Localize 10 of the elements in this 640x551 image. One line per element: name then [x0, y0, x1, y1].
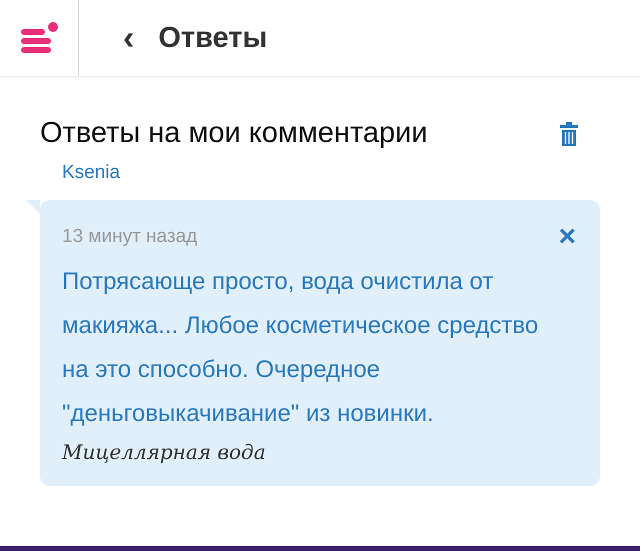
trash-icon[interactable] [560, 122, 578, 146]
page-title: Ответы [158, 22, 268, 54]
close-button[interactable]: × [556, 227, 578, 247]
menu-icon[interactable] [19, 21, 59, 55]
reply-text: Потрясающе просто, вода очистила от макияжа... Любое косметическое средство на это способно. Очередное "деньговыкачивание" из новинки. [62, 267, 540, 429]
author-link[interactable]: Ksenia [62, 162, 120, 184]
back-button[interactable]: ‹ [117, 21, 140, 55]
product-name: Мицеллярная вода [62, 440, 266, 464]
reply-time: 13 минут назад [62, 226, 198, 248]
section-title: Ответы на мои комментарии [40, 117, 429, 150]
